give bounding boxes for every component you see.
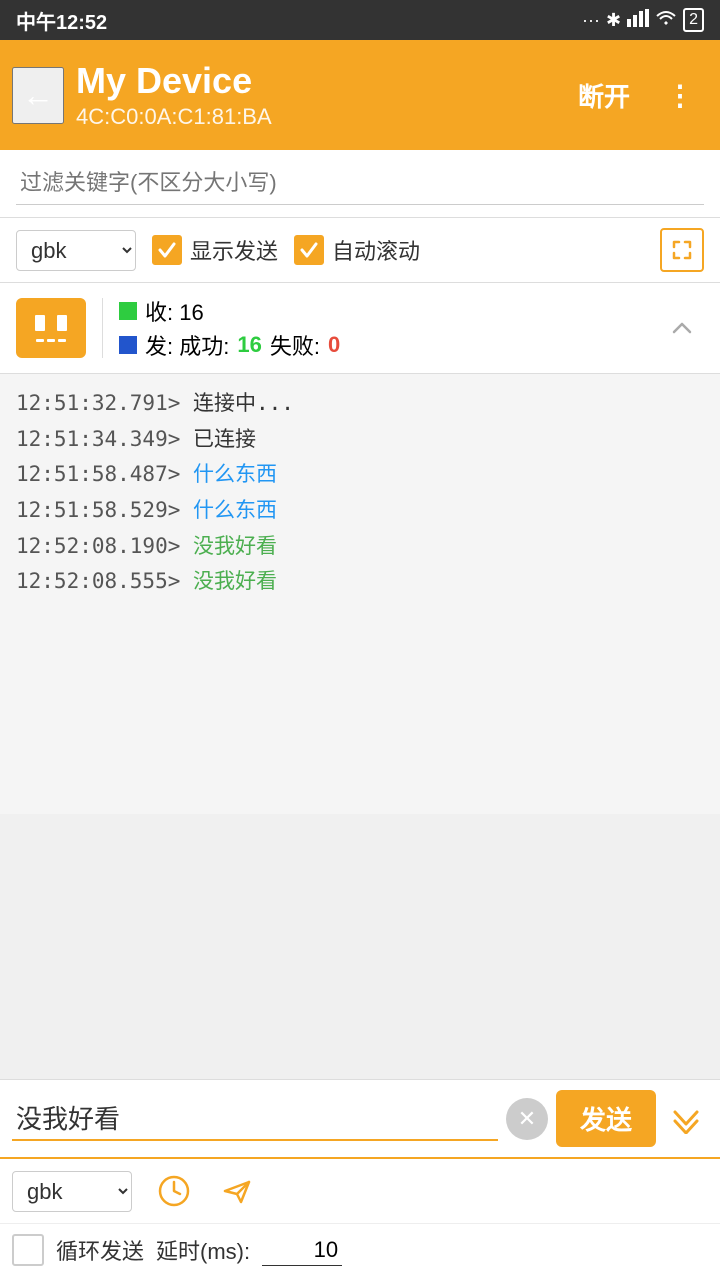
message-input[interactable] [12,1096,498,1141]
battery-icon: 2 [683,8,704,32]
loop-send-checkbox[interactable] [12,1234,44,1266]
log-area: 12:51:32.791> 连接中...12:51:34.349> 已连接12:… [0,374,720,814]
stats-recv-row: 收: 16 [119,295,644,327]
encoding-select-top[interactable]: gbk utf-8 ascii [16,230,136,271]
controls-row: gbk utf-8 ascii 显示发送 自动滚动 [0,218,720,283]
log-line: 12:51:32.791> 连接中... [16,386,704,422]
show-send-label: 显示发送 [190,234,278,266]
log-line: 12:51:34.349> 已连接 [16,422,704,458]
delay-input[interactable] [262,1235,342,1266]
show-send-checkbox[interactable] [152,235,182,265]
send-label: 发: 成功: [145,329,229,361]
collapse-button[interactable] [660,306,704,350]
expand-button[interactable] [660,228,704,272]
send-button[interactable]: 发送 [556,1090,656,1147]
auto-scroll-label: 自动滚动 [332,234,420,266]
send-dot [119,336,137,354]
auto-scroll-checkbox-label[interactable]: 自动滚动 [294,234,420,266]
quick-send-icon[interactable] [216,1169,260,1213]
signal-dots-icon: ··· [582,10,600,31]
send-fail: 0 [328,332,340,358]
toolbar: ← My Device 4C:C0:0A:C1:81:BA 断开 ⋮ [0,40,720,150]
cellular-icon [627,9,649,32]
send-success: 16 [237,332,261,358]
filter-input[interactable] [16,162,704,205]
recv-dot [119,302,137,320]
send-fail-label: 失败: [270,329,320,361]
loop-send-label: 循环发送 [56,1234,144,1266]
encoding-select-bottom[interactable]: gbk utf-8 ascii [12,1171,132,1212]
device-mac: 4C:C0:0A:C1:81:BA [76,104,554,130]
clear-input-button[interactable]: ✕ [506,1098,548,1140]
device-name: My Device [76,60,554,102]
stats-send-row: 发: 成功: 16 失败: 0 [119,329,644,361]
status-time: 中午12:52 [16,6,107,35]
bottom-area: ✕ 发送 gbk utf-8 ascii [0,1079,720,1280]
stats-divider [102,298,103,358]
log-line: 12:52:08.555> 没我好看 [16,564,704,600]
auto-scroll-checkbox[interactable] [294,235,324,265]
recv-label: 收: 16 [145,295,204,327]
disconnect-button[interactable]: 断开 [566,69,642,122]
back-button[interactable]: ← [12,67,64,124]
expand-down-button[interactable] [664,1097,708,1141]
more-menu-button[interactable]: ⋮ [654,71,708,120]
bottom-controls: gbk utf-8 ascii [0,1159,720,1224]
pause-clear-button[interactable] [16,298,86,358]
log-line: 12:52:08.190> 没我好看 [16,529,704,565]
stats-text: 收: 16 发: 成功: 16 失败: 0 [119,293,644,363]
log-line: 12:51:58.529> 什么东西 [16,493,704,529]
wifi-icon [655,9,677,32]
show-send-checkbox-label[interactable]: 显示发送 [152,234,278,266]
status-bar: 中午12:52 ··· ✱ 2 [0,0,720,40]
stats-row: 收: 16 发: 成功: 16 失败: 0 [0,283,720,374]
filter-bar [0,150,720,218]
bluetooth-icon: ✱ [606,10,621,31]
loop-row: 循环发送 延时(ms): [0,1224,720,1280]
history-button[interactable] [152,1169,196,1213]
toolbar-title-block: My Device 4C:C0:0A:C1:81:BA [76,60,554,130]
input-row: ✕ 发送 [0,1080,720,1159]
status-icons: ··· ✱ 2 [582,8,704,32]
delay-label: 延时(ms): [156,1234,250,1266]
log-line: 12:51:58.487> 什么东西 [16,457,704,493]
